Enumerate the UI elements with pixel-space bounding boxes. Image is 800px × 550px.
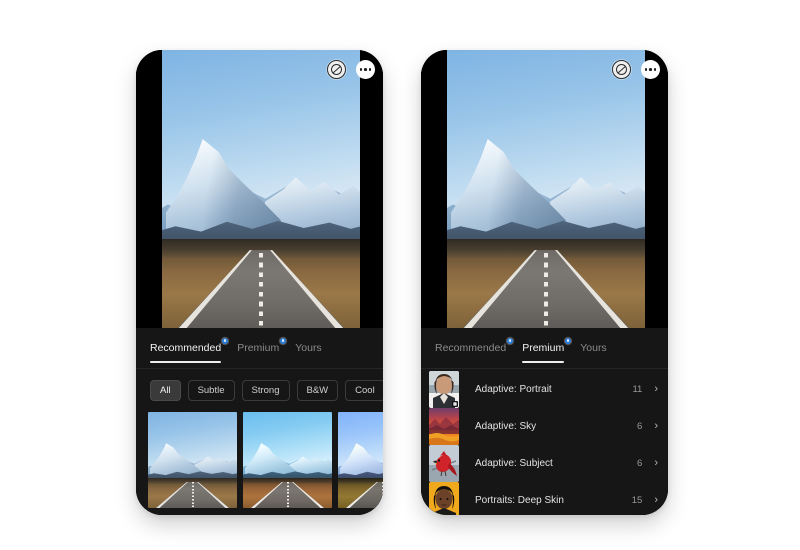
filter-chip-strong[interactable]: Strong [241,380,290,402]
list-item-label: Adaptive: Sky [475,421,537,432]
more-options-icon[interactable] [641,60,660,79]
premium-preset-list: Adaptive: Portrait 11 › Adaptive: Sky 6 … [421,369,668,515]
filter-chip-subtle[interactable]: Subtle [187,380,235,402]
presets-tabs-right: Recommended Premium Yours [421,328,668,368]
tab-premium-badge-dot [565,338,572,344]
phone-mockup-right: Recommended Premium Yours Adaptive: Port… [421,50,668,515]
chevron-right-icon[interactable]: › [654,384,658,395]
watermark-badge-icon[interactable] [327,60,346,79]
preset-group-thumbnail-deep-skin [429,482,459,515]
preset-thumbnail-3[interactable] [338,412,383,509]
photo-viewer-right [421,50,668,328]
sunset-sky-icon [429,408,459,445]
preset-group-thumbnail-sky [429,408,459,445]
list-item-count: 11 [632,384,643,395]
preset-thumbnail-row[interactable] [136,412,383,509]
list-item[interactable]: Portraits: Deep Skin 15 › [421,482,668,515]
chevron-right-icon[interactable]: › [654,421,658,432]
tab-premium[interactable]: Premium [522,338,572,363]
tab-yours-label: Yours [580,342,607,354]
phone-mockup-left: Recommended Premium Yours All Subtle Str… [136,50,383,515]
tab-yours-label: Yours [295,342,322,354]
preset-thumbnail-2[interactable] [243,412,332,509]
presets-tabs-left: Recommended Premium Yours [136,328,383,368]
chevron-right-icon[interactable]: › [654,458,658,469]
tab-recommended-label: Recommended [150,342,222,354]
tab-premium-badge-dot [280,338,287,344]
red-bird-icon [429,445,459,482]
list-item[interactable]: Adaptive: Subject 6 › [421,445,668,482]
list-item[interactable]: Adaptive: Sky 6 › [421,408,668,445]
preset-thumbnail-1[interactable] [148,412,237,509]
tab-recommended-badge-dot [507,338,514,344]
preset-thumb-image [243,412,332,509]
photo-overlay-actions-right [612,60,660,79]
preset-thumb-image [338,412,383,509]
phone-screen-left: Recommended Premium Yours All Subtle Str… [136,50,383,515]
filter-chip-all[interactable]: All [150,380,181,402]
filter-chip-bw[interactable]: B&W [296,380,339,402]
portrait-yellow-icon [429,482,459,515]
list-item-count: 15 [631,495,643,506]
phone-screen-right: Recommended Premium Yours Adaptive: Port… [421,50,668,515]
photo-image-right [447,50,645,328]
tab-active-underline [150,361,222,363]
presets-panel-right: Recommended Premium Yours Adaptive: Port… [421,328,668,515]
photo-road-centerline [259,252,264,328]
chevron-right-icon[interactable]: › [654,495,658,506]
tab-recommended-badge-dot [222,338,229,344]
preset-group-thumbnail-subject [429,445,459,482]
tab-yours[interactable]: Yours [580,342,606,363]
filter-chip-cool[interactable]: Cool [345,380,383,402]
list-item-label: Adaptive: Portrait [475,384,552,395]
tab-recommended[interactable]: Recommended [150,338,229,363]
preset-group-thumbnail-portrait [429,371,459,408]
tab-active-underline [522,361,565,363]
tab-recommended-label: Recommended [435,342,507,354]
list-item-count: 6 [637,421,643,432]
list-item-label: Adaptive: Subject [475,458,553,469]
presets-panel-left: Recommended Premium Yours All Subtle Str… [136,328,383,515]
photo-image-left [162,50,360,328]
preset-thumb-image [148,412,237,509]
watermark-badge-icon[interactable] [612,60,631,79]
thumb-road-centerline [191,482,194,509]
list-item-count: 6 [637,458,643,469]
photo-overlay-actions-left [327,60,375,79]
tab-premium-label: Premium [237,342,280,354]
list-item[interactable]: Adaptive: Portrait 11 › [421,371,668,408]
more-options-icon[interactable] [356,60,375,79]
tab-yours[interactable]: Yours [295,342,321,363]
tab-premium-label: Premium [522,342,565,354]
thumb-road-centerline [381,482,383,509]
filter-chip-row[interactable]: All Subtle Strong B&W Cool Warm [136,369,383,412]
screenshot-canvas: Recommended Premium Yours All Subtle Str… [0,0,800,550]
thumb-road-centerline [286,482,289,509]
tab-premium[interactable]: Premium [237,338,287,363]
photo-road-centerline [544,252,549,328]
portrait-woman-icon [429,371,459,408]
list-item-label: Portraits: Deep Skin [475,495,564,506]
photo-viewer-left [136,50,383,328]
tab-recommended[interactable]: Recommended [435,338,514,363]
